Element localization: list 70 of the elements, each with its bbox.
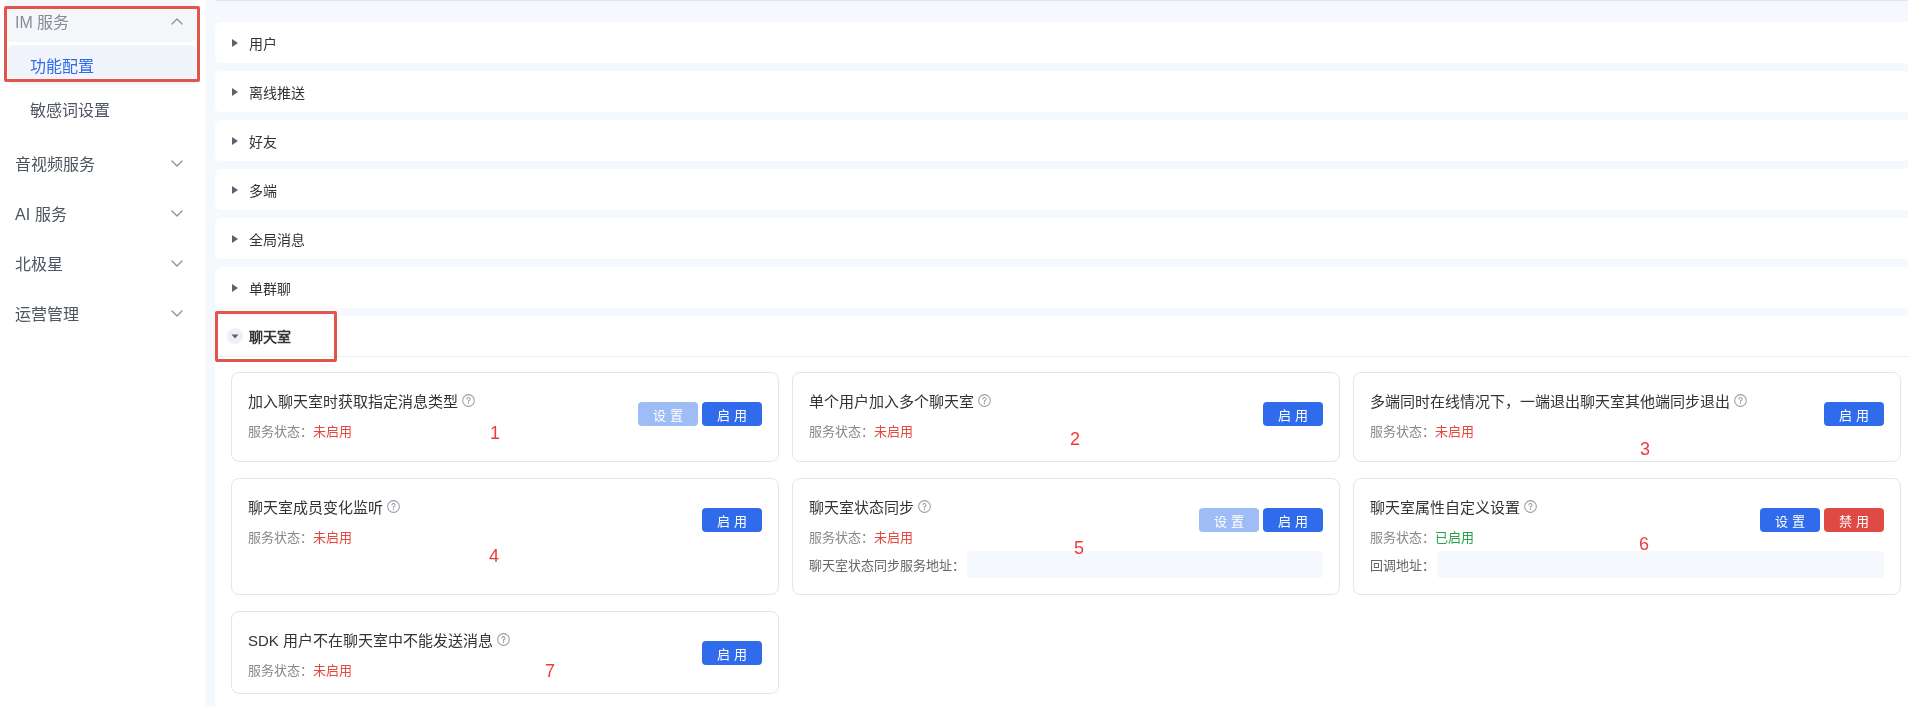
annotation-number: 1 [490, 424, 500, 442]
action-button[interactable]: 启 用 [702, 402, 762, 426]
accordion-header[interactable]: 多端 [215, 169, 1908, 210]
sidebar-group-header[interactable]: 运营管理 [6, 292, 196, 334]
feature-title: 聊天室状态同步 [809, 497, 914, 517]
sidebar-group-header[interactable]: 北极星 [6, 242, 196, 284]
accordion-header[interactable]: 聊天室 [215, 316, 1908, 357]
status-value: 未启用 [1435, 422, 1474, 440]
chevron-down-icon [171, 309, 183, 317]
status-value: 未启用 [874, 422, 913, 440]
sidebar-group-header[interactable]: AI 服务 [6, 192, 196, 234]
feature-title: 聊天室属性自定义设置 [1370, 497, 1520, 517]
help-icon [978, 393, 991, 407]
action-button[interactable]: 禁 用 [1824, 508, 1884, 532]
sidebar-group-header[interactable]: 音视频服务 [6, 142, 196, 184]
help-icon [462, 393, 475, 407]
accordion-header[interactable]: 用户 [215, 22, 1908, 63]
status-value: 未启用 [313, 528, 352, 546]
status-label: 服务状态： [248, 528, 313, 546]
feature-title: SDK 用户不在聊天室中不能发送消息 [248, 630, 493, 650]
help-icon [1734, 393, 1747, 407]
annotation-number: 2 [1070, 430, 1080, 448]
feature-title: 多端同时在线情况下，一端退出聊天室其他端同步退出 [1370, 391, 1730, 411]
accordion-header[interactable]: 全局消息 [215, 218, 1908, 259]
caret-right-icon [232, 234, 238, 243]
sidebar-item[interactable]: 功能配置 [8, 45, 196, 85]
status-value: 已启用 [1435, 528, 1474, 546]
accordion-header[interactable]: 离线推送 [215, 71, 1908, 112]
action-button[interactable]: 启 用 [702, 641, 762, 665]
caret-right-icon [232, 87, 238, 96]
accordion-header[interactable]: 单群聊 [215, 267, 1908, 308]
status-label: 服务状态： [809, 422, 874, 440]
caret-down-icon [227, 328, 243, 344]
status-label: 服务状态： [1370, 422, 1435, 440]
action-button[interactable]: 设 置 [1760, 508, 1820, 532]
action-button[interactable]: 启 用 [1263, 508, 1323, 532]
help-icon [497, 632, 510, 646]
status-label: 服务状态： [248, 422, 313, 440]
status-label: 服务状态： [1370, 528, 1435, 546]
accordion-header[interactable]: 好友 [215, 120, 1908, 161]
caret-right-icon [232, 136, 238, 145]
help-icon [1524, 499, 1537, 513]
feature-title: 聊天室成员变化监听 [248, 497, 383, 517]
status-value: 未启用 [874, 528, 913, 546]
annotation-number: 6 [1639, 535, 1649, 553]
chevron-down-icon [171, 159, 183, 167]
status-label: 服务状态： [248, 661, 313, 679]
status-label: 服务状态： [809, 528, 874, 546]
action-button[interactable]: 启 用 [702, 508, 762, 532]
annotation-number: 4 [489, 547, 499, 565]
field-label: 回调地址： [1370, 557, 1435, 574]
action-button[interactable]: 启 用 [1824, 402, 1884, 426]
feature-title: 单个用户加入多个聊天室 [809, 391, 974, 411]
sidebar-item[interactable]: 敏感词设置 [8, 89, 196, 129]
caret-right-icon [232, 38, 238, 47]
status-value: 未启用 [313, 422, 352, 440]
help-icon [387, 499, 400, 513]
help-icon [918, 499, 931, 513]
caret-right-icon [232, 185, 238, 194]
chevron-up-icon [171, 17, 183, 25]
action-button[interactable]: 启 用 [1263, 402, 1323, 426]
annotation-number: 5 [1074, 539, 1084, 557]
chevron-down-icon [171, 209, 183, 217]
field-label: 聊天室状态同步服务地址： [809, 557, 965, 574]
annotation-number: 7 [545, 662, 555, 680]
annotation-number: 3 [1640, 440, 1650, 458]
feature-title: 加入聊天室时获取指定消息类型 [248, 391, 458, 411]
status-value: 未启用 [313, 661, 352, 679]
caret-right-icon [232, 283, 238, 292]
chevron-down-icon [171, 259, 183, 267]
